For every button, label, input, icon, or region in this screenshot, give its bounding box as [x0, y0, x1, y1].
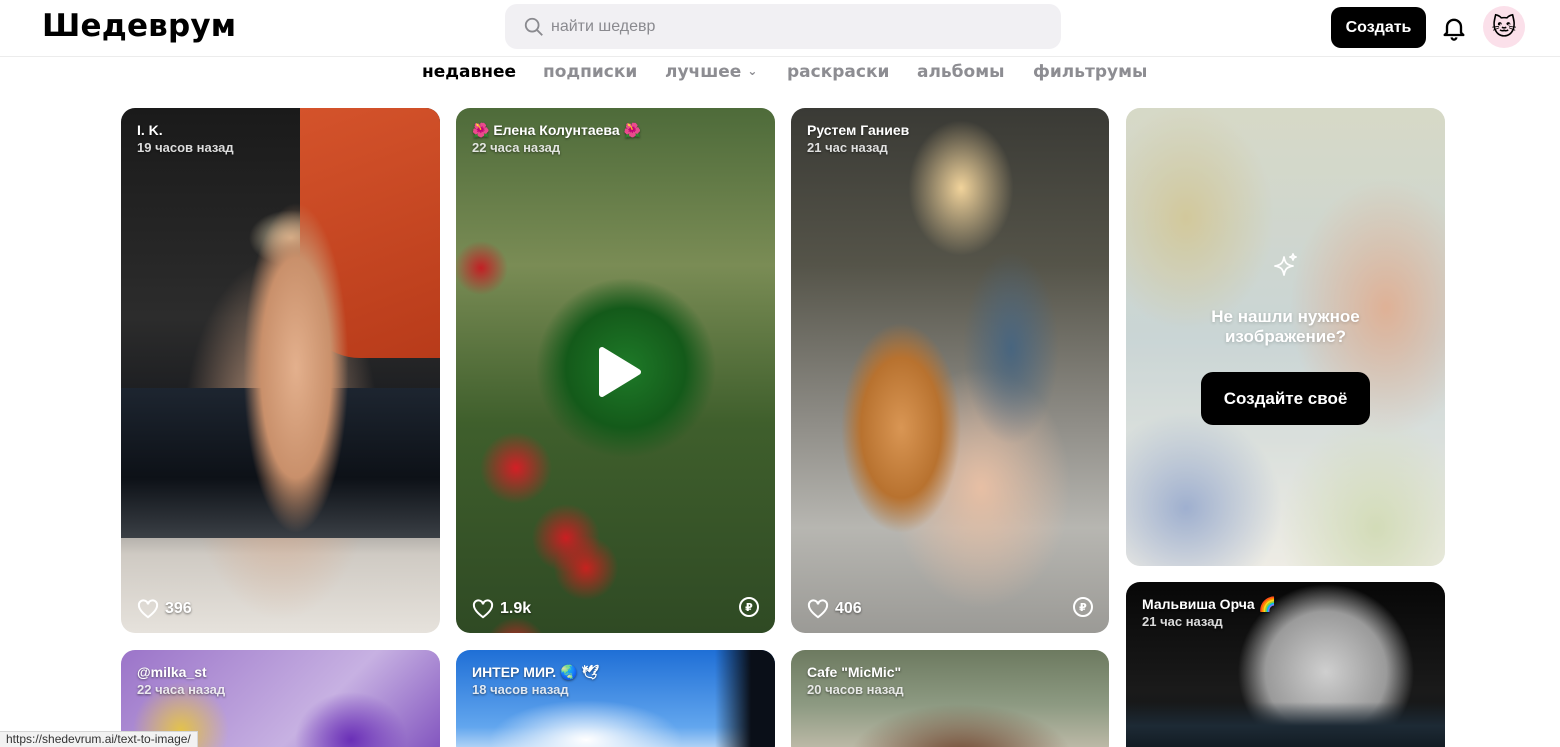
- card-time: 20 часов назад: [807, 682, 904, 697]
- feed-card[interactable]: 🌺 Елена Колунтаева 🌺 22 часа назад 1.9k …: [456, 108, 775, 633]
- feed-card[interactable]: Cafe "MicMic" 20 часов назад: [791, 650, 1109, 747]
- ruble-coin-icon: ₽: [1073, 597, 1093, 617]
- like-button[interactable]: 1.9k: [472, 599, 531, 619]
- create-cta-card: Не нашли нужное изображение? Создайте св…: [1126, 108, 1445, 566]
- create-button[interactable]: Создать: [1331, 7, 1426, 48]
- sparkle-icon: [1274, 253, 1297, 276]
- user-avatar[interactable]: 🐱: [1483, 6, 1525, 48]
- top-header: Шедеврум Создать 🐱: [0, 0, 1560, 57]
- card-time: 22 часа назад: [137, 682, 226, 697]
- tab-best-label: лучшее: [665, 62, 742, 82]
- card-author[interactable]: ИНТЕР МИР. 🌏 🕊: [472, 664, 599, 681]
- feed-card[interactable]: Рустем Ганиев 21 час назад 406 ₽: [791, 108, 1109, 633]
- ruble-coin-icon: ₽: [739, 597, 759, 617]
- tab-recent[interactable]: недавнее: [422, 62, 516, 82]
- card-author[interactable]: @milka_st: [137, 664, 207, 680]
- heart-icon: [137, 599, 159, 619]
- feed-card[interactable]: Мальвиша Орча 🌈 21 час назад: [1126, 582, 1445, 747]
- cta-line-2: изображение?: [1224, 327, 1347, 346]
- like-button[interactable]: 406: [807, 599, 862, 619]
- like-count: 406: [835, 600, 862, 617]
- card-image-part: [1126, 702, 1445, 747]
- card-time: 22 часа назад: [472, 140, 561, 155]
- feed-tabs: недавнее подписки лучшее ⌄ раскраски альб…: [0, 62, 1560, 86]
- tab-filtrums[interactable]: фильтрумы: [1033, 62, 1147, 82]
- like-count: 396: [165, 600, 192, 617]
- card-author[interactable]: 🌺 Елена Колунтаева 🌺: [472, 122, 641, 139]
- search-input[interactable]: [551, 17, 1031, 36]
- search-bar[interactable]: [505, 4, 1061, 49]
- heart-icon: [807, 599, 829, 619]
- notifications-bell-icon[interactable]: [1440, 14, 1468, 42]
- heart-icon: [472, 599, 494, 619]
- like-count: 1.9k: [500, 600, 532, 617]
- cta-line-1: Не нашли нужное: [1211, 307, 1360, 326]
- card-author[interactable]: Рустем Ганиев: [807, 122, 909, 138]
- card-image-part: [221, 138, 371, 618]
- like-button[interactable]: 396: [137, 599, 192, 619]
- cta-message: Не нашли нужное изображение?: [1126, 307, 1445, 347]
- card-time: 18 часов назад: [472, 682, 569, 697]
- tab-best[interactable]: лучшее ⌄: [665, 62, 757, 82]
- create-own-button[interactable]: Создайте своё: [1201, 372, 1370, 425]
- card-author[interactable]: Мальвиша Орча 🌈: [1142, 596, 1276, 613]
- feed-card[interactable]: I. K. 19 часов назад 396: [121, 108, 440, 633]
- card-image-part: [715, 650, 775, 747]
- site-logo[interactable]: Шедеврум: [42, 8, 236, 44]
- play-icon[interactable]: [594, 346, 642, 398]
- avatar-cat-emoji: 🐱: [1491, 13, 1517, 41]
- card-time: 21 час назад: [1142, 614, 1223, 629]
- search-icon: [524, 17, 543, 36]
- tab-subscriptions[interactable]: подписки: [543, 62, 637, 82]
- link-status-bar: https://shedevrum.ai/text-to-image/: [0, 731, 198, 747]
- card-author[interactable]: Cafe "MicMic": [807, 664, 901, 680]
- feed-card[interactable]: ИНТЕР МИР. 🌏 🕊 18 часов назад: [456, 650, 775, 747]
- card-author[interactable]: I. K.: [137, 122, 163, 138]
- card-time: 21 час назад: [807, 140, 888, 155]
- card-time: 19 часов назад: [137, 140, 234, 155]
- chevron-down-icon: ⌄: [747, 64, 758, 78]
- tab-albums[interactable]: альбомы: [917, 62, 1005, 82]
- tab-coloring[interactable]: раскраски: [787, 62, 889, 82]
